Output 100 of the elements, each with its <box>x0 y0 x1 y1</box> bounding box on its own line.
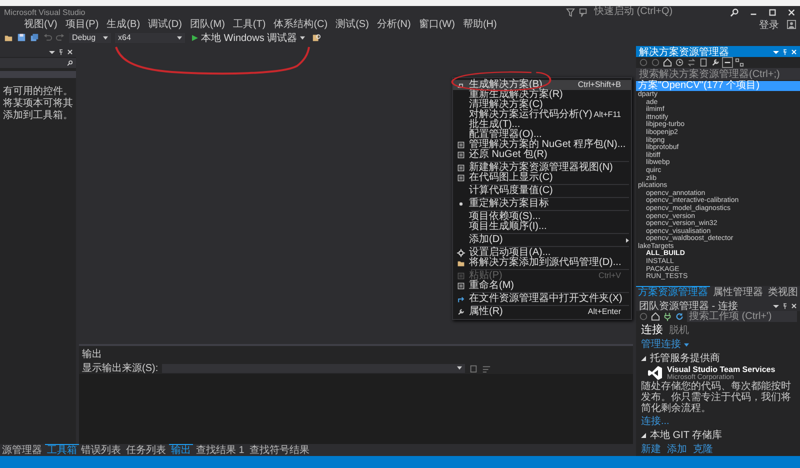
home-icon[interactable] <box>663 58 672 67</box>
dropdown-icon[interactable] <box>49 48 55 54</box>
view-icon[interactable] <box>735 58 744 67</box>
sync-icon[interactable] <box>687 58 696 67</box>
git-action-link[interactable]: 添加 <box>667 442 687 456</box>
output-source-label: 显示输出来源(S): <box>82 362 158 375</box>
menu-item[interactable]: 生成(B) <box>102 18 144 30</box>
visual-studio-logo-icon <box>647 365 663 381</box>
section-header[interactable]: 托管服务提供商 <box>641 351 795 365</box>
menu-item[interactable]: 在文件资源管理器中打开文件夹(X) <box>453 294 631 304</box>
save-icon[interactable] <box>17 33 26 42</box>
menu-item[interactable]: 设置启动项目(A)... <box>453 248 631 258</box>
panel-tab[interactable]: 属性管理器 <box>711 286 765 298</box>
maximize-icon[interactable] <box>768 8 777 16</box>
toolbox-search-field[interactable] <box>0 58 76 68</box>
collapse-icon[interactable] <box>723 58 732 67</box>
menu-item[interactable]: 团队(M) <box>186 18 229 30</box>
menu-item[interactable]: 属性(R) Alt+Enter <box>453 307 631 317</box>
panel-tab[interactable]: 任务列表 <box>124 444 168 456</box>
panel-tab[interactable]: 查找结果 1 <box>194 444 246 456</box>
menu-item[interactable]: 重定解决方案目标 <box>453 199 631 209</box>
service-name: Visual Studio Team Services <box>667 365 776 374</box>
collapse-triangle-icon <box>641 433 646 438</box>
menu-item-icon <box>457 282 465 290</box>
menu-item-icon <box>457 141 465 149</box>
menu-item[interactable]: 调试(D) <box>144 18 186 30</box>
page-tab[interactable]: 脱机 <box>669 323 689 337</box>
menu-item[interactable]: 帮助(H) <box>458 18 501 30</box>
caret-icon <box>457 366 462 370</box>
connect-link[interactable]: 连接... <box>641 414 795 428</box>
find-icon[interactable] <box>312 33 322 42</box>
panel-tab[interactable]: 类视图 <box>766 286 800 298</box>
refresh-icon[interactable] <box>675 312 684 321</box>
open-folder-icon[interactable] <box>4 33 13 42</box>
page-tab[interactable]: 连接 <box>641 322 663 337</box>
menu-item[interactable]: 项目依赖项(S)... <box>453 212 631 222</box>
menu-item-icon <box>457 164 465 172</box>
menu-item[interactable]: 项目(P) <box>61 18 103 30</box>
panel-tab[interactable]: 方案资源管理器 <box>636 286 710 298</box>
menu-item[interactable]: 工具(T) <box>228 18 270 30</box>
plug-icon[interactable] <box>663 312 672 321</box>
menu-item[interactable]: 批生成(T)... <box>453 120 631 130</box>
menu-item[interactable]: 计算代码度量值(C) <box>453 186 631 196</box>
search-icon[interactable] <box>730 8 739 16</box>
git-action-link[interactable]: 克隆 <box>693 442 713 456</box>
panel-tab[interactable]: 错误列表 <box>79 444 123 456</box>
pin-icon[interactable] <box>782 302 788 308</box>
menu-item[interactable]: 将解决方案添加到源代码管理(D)... <box>453 258 631 268</box>
platform-dropdown[interactable]: x64 <box>115 32 185 42</box>
wrench-icon[interactable] <box>711 58 720 67</box>
play-icon <box>192 34 198 40</box>
close-icon[interactable] <box>67 48 73 54</box>
git-action-link[interactable]: 新建 <box>641 442 661 456</box>
menu-item[interactable]: 重命名(M) <box>453 281 631 291</box>
menu-item[interactable]: 管理解决方案的 NuGet 程序包(N)... <box>453 140 631 150</box>
save-all-icon[interactable] <box>30 33 39 42</box>
solution-search-field[interactable]: 搜索解决方案资源管理器(Ctrl+;) <box>636 68 800 80</box>
wrap-icon[interactable] <box>482 364 492 372</box>
clear-icon[interactable] <box>469 364 478 372</box>
caret-icon <box>300 36 306 40</box>
search-icon <box>67 60 73 66</box>
feedback-icon[interactable] <box>579 8 588 16</box>
close-icon[interactable] <box>791 302 797 308</box>
target-icon <box>457 200 465 208</box>
menu-item[interactable]: 窗口(W) <box>414 18 459 30</box>
menu-item[interactable]: 还原 NuGet 包(R) <box>453 150 631 160</box>
menu-item[interactable]: 在代码图上显示(C) <box>453 173 631 183</box>
menu-item[interactable]: 添加(D) <box>453 235 631 245</box>
account-icon[interactable] <box>787 20 796 29</box>
pin-icon[interactable] <box>58 48 64 54</box>
undo-icon[interactable] <box>43 33 52 42</box>
pages-icon[interactable] <box>699 58 708 67</box>
menu-item[interactable]: 对解决方案运行代码分析(Y)Alt+F11 <box>453 110 631 120</box>
menu-item[interactable]: 项目生成顺序(I)... <box>453 222 631 232</box>
menu-item[interactable]: 生成解决方案(B) Ctrl+Shift+B <box>453 80 631 90</box>
menu-item[interactable]: 体系结构(C) <box>270 18 332 30</box>
wrench-icon <box>457 308 465 316</box>
panel-tab[interactable]: 源管理器 <box>0 444 44 456</box>
history-icon[interactable] <box>675 58 684 67</box>
close-icon[interactable] <box>787 8 796 16</box>
work-item-search-field[interactable]: 搜索工作项 (Ctrl+') <box>687 311 797 322</box>
panel-title: 解决方案资源管理器 <box>639 46 729 58</box>
dropdown-icon[interactable] <box>773 48 779 54</box>
menu-item[interactable]: 分析(N) <box>372 18 415 30</box>
section-header[interactable]: 本地 GIT 存储库 <box>641 428 795 442</box>
dropdown-icon[interactable] <box>773 302 779 308</box>
redo-icon[interactable] <box>56 33 65 42</box>
manage-connections-link[interactable]: 管理连接 <box>641 337 795 351</box>
menu-item[interactable]: 配置管理器(O)... <box>453 130 631 140</box>
sign-in-link[interactable]: 登录 <box>759 18 779 32</box>
panel-tab[interactable]: 查找符号结果 <box>247 444 312 456</box>
menu-item[interactable]: 视图(V) <box>20 18 62 30</box>
caret-icon <box>103 36 108 40</box>
menu-item[interactable]: 测试(S) <box>332 18 373 30</box>
filter-icon[interactable] <box>566 8 575 16</box>
configuration-dropdown[interactable]: Debug <box>69 32 111 42</box>
menu-item[interactable]: 新建解决方案资源管理器视图(N) <box>453 163 631 173</box>
home-icon[interactable] <box>651 312 660 321</box>
menu-item[interactable]: 清理解决方案(C) <box>453 100 631 110</box>
start-debugging-button[interactable]: 本地 Windows 调试器 <box>189 32 308 44</box>
